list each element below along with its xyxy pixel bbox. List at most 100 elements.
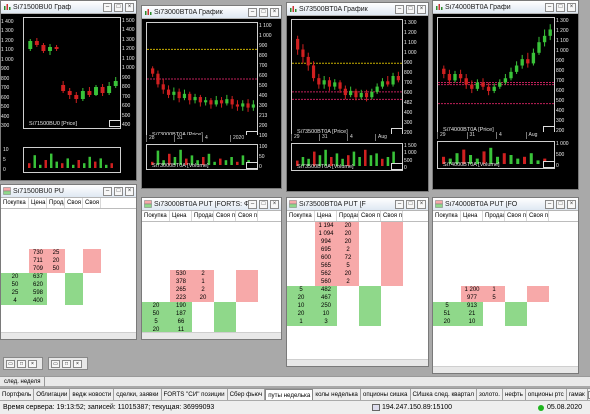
minimized-window[interactable]: ▭ □ × bbox=[48, 357, 88, 370]
workspace-tab[interactable]: нефть bbox=[503, 389, 526, 400]
orderbook-row[interactable]: 20 190 bbox=[142, 302, 281, 310]
price-plot[interactable] bbox=[23, 17, 121, 129]
chart-window-si73500[interactable]: Si73500BT0A График – □ × 1 300 1 200 1 100… bbox=[286, 2, 429, 192]
close-icon[interactable]: × bbox=[125, 2, 134, 12]
column-header[interactable]: Своя пр bbox=[236, 211, 258, 221]
orderbook-window-si73000[interactable]: Si73000BT0A PUT [FORTS: Фьюч – □ × Покуп… bbox=[141, 197, 282, 340]
collapse-pane-icon[interactable] bbox=[109, 120, 121, 127]
orderbook-row[interactable]: 20 467 bbox=[287, 294, 428, 302]
orderbook-row[interactable]: 530 2 bbox=[142, 270, 281, 278]
workspace-tab[interactable]: сделки, заявки bbox=[114, 389, 162, 400]
minimized-window[interactable]: ▭ □ × bbox=[3, 357, 43, 370]
close-icon[interactable]: × bbox=[417, 4, 426, 14]
restore-icon[interactable]: ▭ bbox=[6, 359, 15, 368]
orderbook-row[interactable]: 5 482 bbox=[287, 286, 428, 294]
column-header[interactable]: Покупка bbox=[142, 211, 170, 221]
column-header[interactable]: Своя по bbox=[505, 211, 527, 221]
orderbook-row[interactable]: 709 50 bbox=[1, 265, 136, 273]
horizontal-scrollbar[interactable] bbox=[1, 332, 136, 339]
minimize-icon[interactable]: – bbox=[248, 199, 257, 209]
orderbook-row[interactable]: 1 094 20 bbox=[287, 230, 428, 238]
orderbook-row[interactable]: 20 10 bbox=[433, 318, 578, 326]
orderbook-row[interactable]: 560 2 bbox=[287, 278, 428, 286]
column-header[interactable]: Своя пр bbox=[527, 211, 549, 221]
orderbook-titlebar[interactable]: Si73500BT0A PUT [F – □ × bbox=[287, 198, 428, 211]
workspace-tab[interactable]: путы неделька bbox=[265, 389, 314, 400]
maximize-icon[interactable]: □ bbox=[17, 359, 26, 368]
orderbook-row[interactable]: 223 20 bbox=[142, 294, 281, 302]
close-icon[interactable]: × bbox=[567, 2, 576, 12]
collapse-pane-icon[interactable] bbox=[246, 162, 258, 169]
orderbook-titlebar[interactable]: Si71500BU0 PU – □ × bbox=[1, 185, 136, 198]
close-icon[interactable]: × bbox=[73, 359, 82, 368]
orderbook-row[interactable]: 265 2 bbox=[142, 286, 281, 294]
orderbook-row[interactable]: 977 5 bbox=[433, 294, 578, 302]
maximize-icon[interactable]: □ bbox=[556, 199, 565, 209]
chart-window-si71500[interactable]: Si71500BU0 Граф – □ × 1 400 1 300 1 200 1 1… bbox=[0, 0, 137, 181]
close-icon[interactable]: × bbox=[125, 186, 134, 196]
workspace-tab[interactable]: золото. bbox=[477, 389, 503, 400]
chart-titlebar[interactable]: Si71500BU0 Граф – □ × bbox=[1, 1, 136, 14]
orderbook-table[interactable]: ПокупкаЦенаПродажаСвоя поСвоя пр1 194201… bbox=[287, 211, 428, 366]
orderbook-window-si74000[interactable]: Si74000BT0A PUT [FO – □ × Покупка Цена Про… bbox=[432, 197, 579, 374]
orderbook-table[interactable]: ПокупкаЦенаПродажаСвоя поСвоя пр 1 200197… bbox=[433, 211, 578, 373]
collapse-pane-icon[interactable] bbox=[391, 163, 403, 170]
orderbook-window-si71500[interactable]: Si71500BU0 PU – □ × ПокупкаЦенаПродажаСв… bbox=[0, 184, 137, 340]
orderbook-titlebar[interactable]: Si73000BT0A PUT [FORTS: Фьюч – □ × bbox=[142, 198, 281, 211]
price-plot[interactable] bbox=[146, 22, 259, 140]
maximize-icon[interactable]: □ bbox=[406, 4, 415, 14]
maximize-icon[interactable]: □ bbox=[556, 2, 565, 12]
column-header[interactable]: Покупка bbox=[433, 211, 461, 221]
orderbook-row[interactable]: 600 72 bbox=[287, 254, 428, 262]
orderbook-row[interactable]: 50 187 bbox=[142, 310, 281, 318]
orderbook-row[interactable]: 25 598 bbox=[1, 289, 136, 297]
maximize-icon[interactable]: □ bbox=[259, 7, 268, 17]
column-header[interactable]: Цена bbox=[461, 211, 483, 221]
close-icon[interactable]: × bbox=[417, 199, 426, 209]
column-header[interactable]: Покупка bbox=[287, 211, 315, 221]
column-header[interactable]: Своя пр bbox=[83, 198, 101, 208]
orderbook-row[interactable]: 711 20 bbox=[1, 257, 136, 265]
orderbook-row[interactable]: 51 21 bbox=[433, 310, 578, 318]
horizontal-scrollbar[interactable] bbox=[433, 366, 578, 373]
orderbook-row[interactable]: 1 194 20 bbox=[287, 222, 428, 230]
orderbook-titlebar[interactable]: Si74000BT0A PUT [FO – □ × bbox=[433, 198, 578, 211]
chart-titlebar[interactable]: Si73000BT0A График – □ × bbox=[142, 6, 281, 19]
column-header[interactable]: Своя по bbox=[65, 198, 83, 208]
orderbook-row[interactable]: 10 250 bbox=[287, 302, 428, 310]
volume-plot[interactable] bbox=[23, 147, 121, 173]
maximize-icon[interactable]: □ bbox=[62, 359, 71, 368]
orderbook-row[interactable]: 562 20 bbox=[287, 270, 428, 278]
workspace-tab[interactable]: ведж новости bbox=[70, 389, 115, 400]
workspace-tab[interactable]: гамак bbox=[567, 389, 588, 400]
workspace-tab[interactable]: опционы ртс bbox=[526, 389, 567, 400]
chart-window-si74000[interactable]: Si74000BT0A Графи – □ × 1 300 1 200 1 100 1… bbox=[432, 0, 579, 190]
restore-icon[interactable]: ▭ bbox=[51, 359, 60, 368]
orderbook-row[interactable]: 730 25 bbox=[1, 249, 136, 257]
workspace-tab[interactable]: Сбер фьюч bbox=[228, 389, 266, 400]
minimize-icon[interactable]: – bbox=[545, 2, 554, 12]
maximize-icon[interactable]: □ bbox=[406, 199, 415, 209]
column-header[interactable]: Цена bbox=[170, 211, 192, 221]
workspace-tab[interactable]: Портфель bbox=[0, 389, 35, 400]
maximize-icon[interactable]: □ bbox=[114, 186, 123, 196]
column-header[interactable]: Своя по bbox=[359, 211, 381, 221]
workspace-tab[interactable]: СИшка след. квартал bbox=[411, 389, 477, 400]
horizontal-scrollbar[interactable] bbox=[142, 332, 281, 339]
orderbook-row[interactable]: 1 200 1 bbox=[433, 286, 578, 294]
workspace-tab[interactable]: FORTS "СИ" позиции bbox=[162, 389, 228, 400]
orderbook-table[interactable]: ПокупкаЦенаПродажаСвоя поСвоя пр 53023781… bbox=[142, 211, 281, 339]
price-plot[interactable] bbox=[437, 17, 556, 135]
minimize-icon[interactable]: – bbox=[103, 2, 112, 12]
column-header[interactable]: Покупка bbox=[1, 198, 29, 208]
workspace-tab[interactable]: Облигации bbox=[34, 389, 71, 400]
close-icon[interactable]: × bbox=[567, 199, 576, 209]
column-header[interactable]: Своя по bbox=[214, 211, 236, 221]
orderbook-row[interactable]: 20 10 bbox=[287, 310, 428, 318]
orderbook-row[interactable]: 50 620 bbox=[1, 281, 136, 289]
column-header[interactable]: Продажа bbox=[192, 211, 214, 221]
tab-sled-nedelya[interactable]: след. неделя bbox=[0, 376, 46, 387]
minimize-icon[interactable]: – bbox=[545, 199, 554, 209]
orderbook-row[interactable]: 378 1 bbox=[142, 278, 281, 286]
orderbook-row[interactable]: 4 400 bbox=[1, 297, 136, 305]
